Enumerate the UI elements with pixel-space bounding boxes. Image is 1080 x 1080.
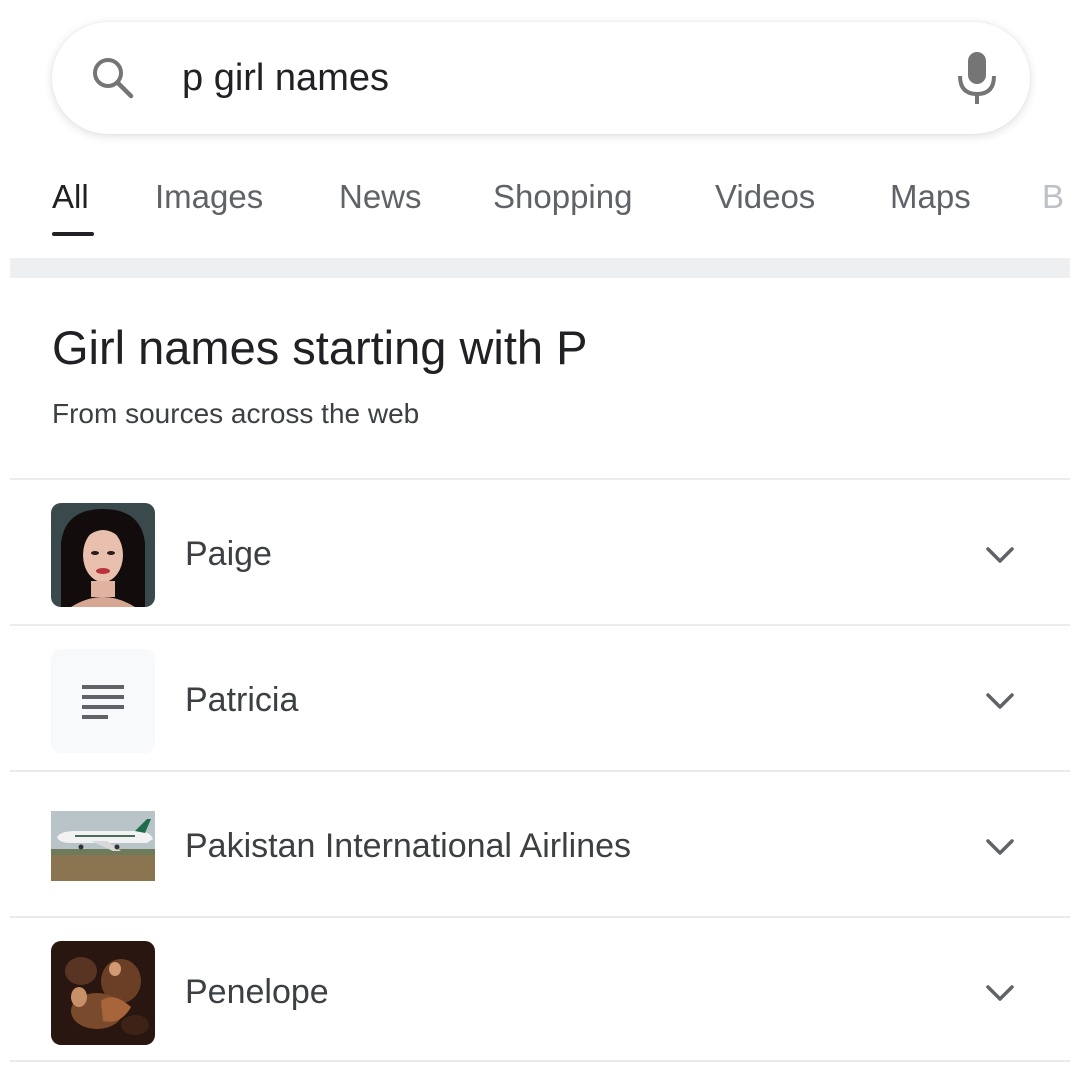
microphone-icon[interactable] — [955, 50, 999, 106]
result-label: Paige — [185, 535, 272, 573]
result-label: Patricia — [185, 681, 299, 719]
search-icon[interactable] — [88, 54, 136, 102]
search-results-page: All Images News Shopping Videos Maps B G… — [0, 0, 1080, 1080]
results-list: Paige Patricia Pakistan International Ai… — [10, 478, 1070, 1062]
tab-all[interactable]: All — [52, 178, 89, 216]
tab-maps[interactable]: Maps — [890, 178, 971, 216]
list-item[interactable]: Paige — [10, 478, 1070, 624]
painting-thumbnail — [51, 941, 155, 1045]
panel-title: Girl names starting with P — [52, 321, 588, 374]
portrait-thumbnail — [51, 503, 155, 607]
result-label: Pakistan International Airlines — [185, 827, 632, 865]
tab-videos[interactable]: Videos — [715, 178, 815, 216]
tab-images[interactable]: Images — [155, 178, 263, 216]
panel-subtitle: From sources across the web — [52, 398, 420, 429]
search-input[interactable] — [182, 50, 882, 106]
chevron-down-icon[interactable] — [982, 976, 1018, 1012]
chevron-down-icon[interactable] — [982, 684, 1018, 720]
active-tab-indicator — [52, 232, 94, 236]
search-tabs: All Images News Shopping Videos Maps B — [0, 170, 1080, 250]
tabs-divider — [10, 258, 1070, 278]
chevron-down-icon[interactable] — [982, 538, 1018, 574]
article-lines-icon — [51, 649, 155, 753]
tab-books-partial[interactable]: B — [1042, 178, 1064, 216]
tab-shopping[interactable]: Shopping — [493, 178, 632, 216]
airplane-thumbnail — [51, 795, 155, 899]
list-item[interactable]: Pakistan International Airlines — [10, 770, 1070, 916]
list-item[interactable]: Patricia — [10, 624, 1070, 770]
list-item[interactable]: Penelope — [10, 916, 1070, 1062]
tab-news[interactable]: News — [339, 178, 422, 216]
result-label: Penelope — [185, 973, 329, 1011]
chevron-down-icon[interactable] — [982, 830, 1018, 866]
